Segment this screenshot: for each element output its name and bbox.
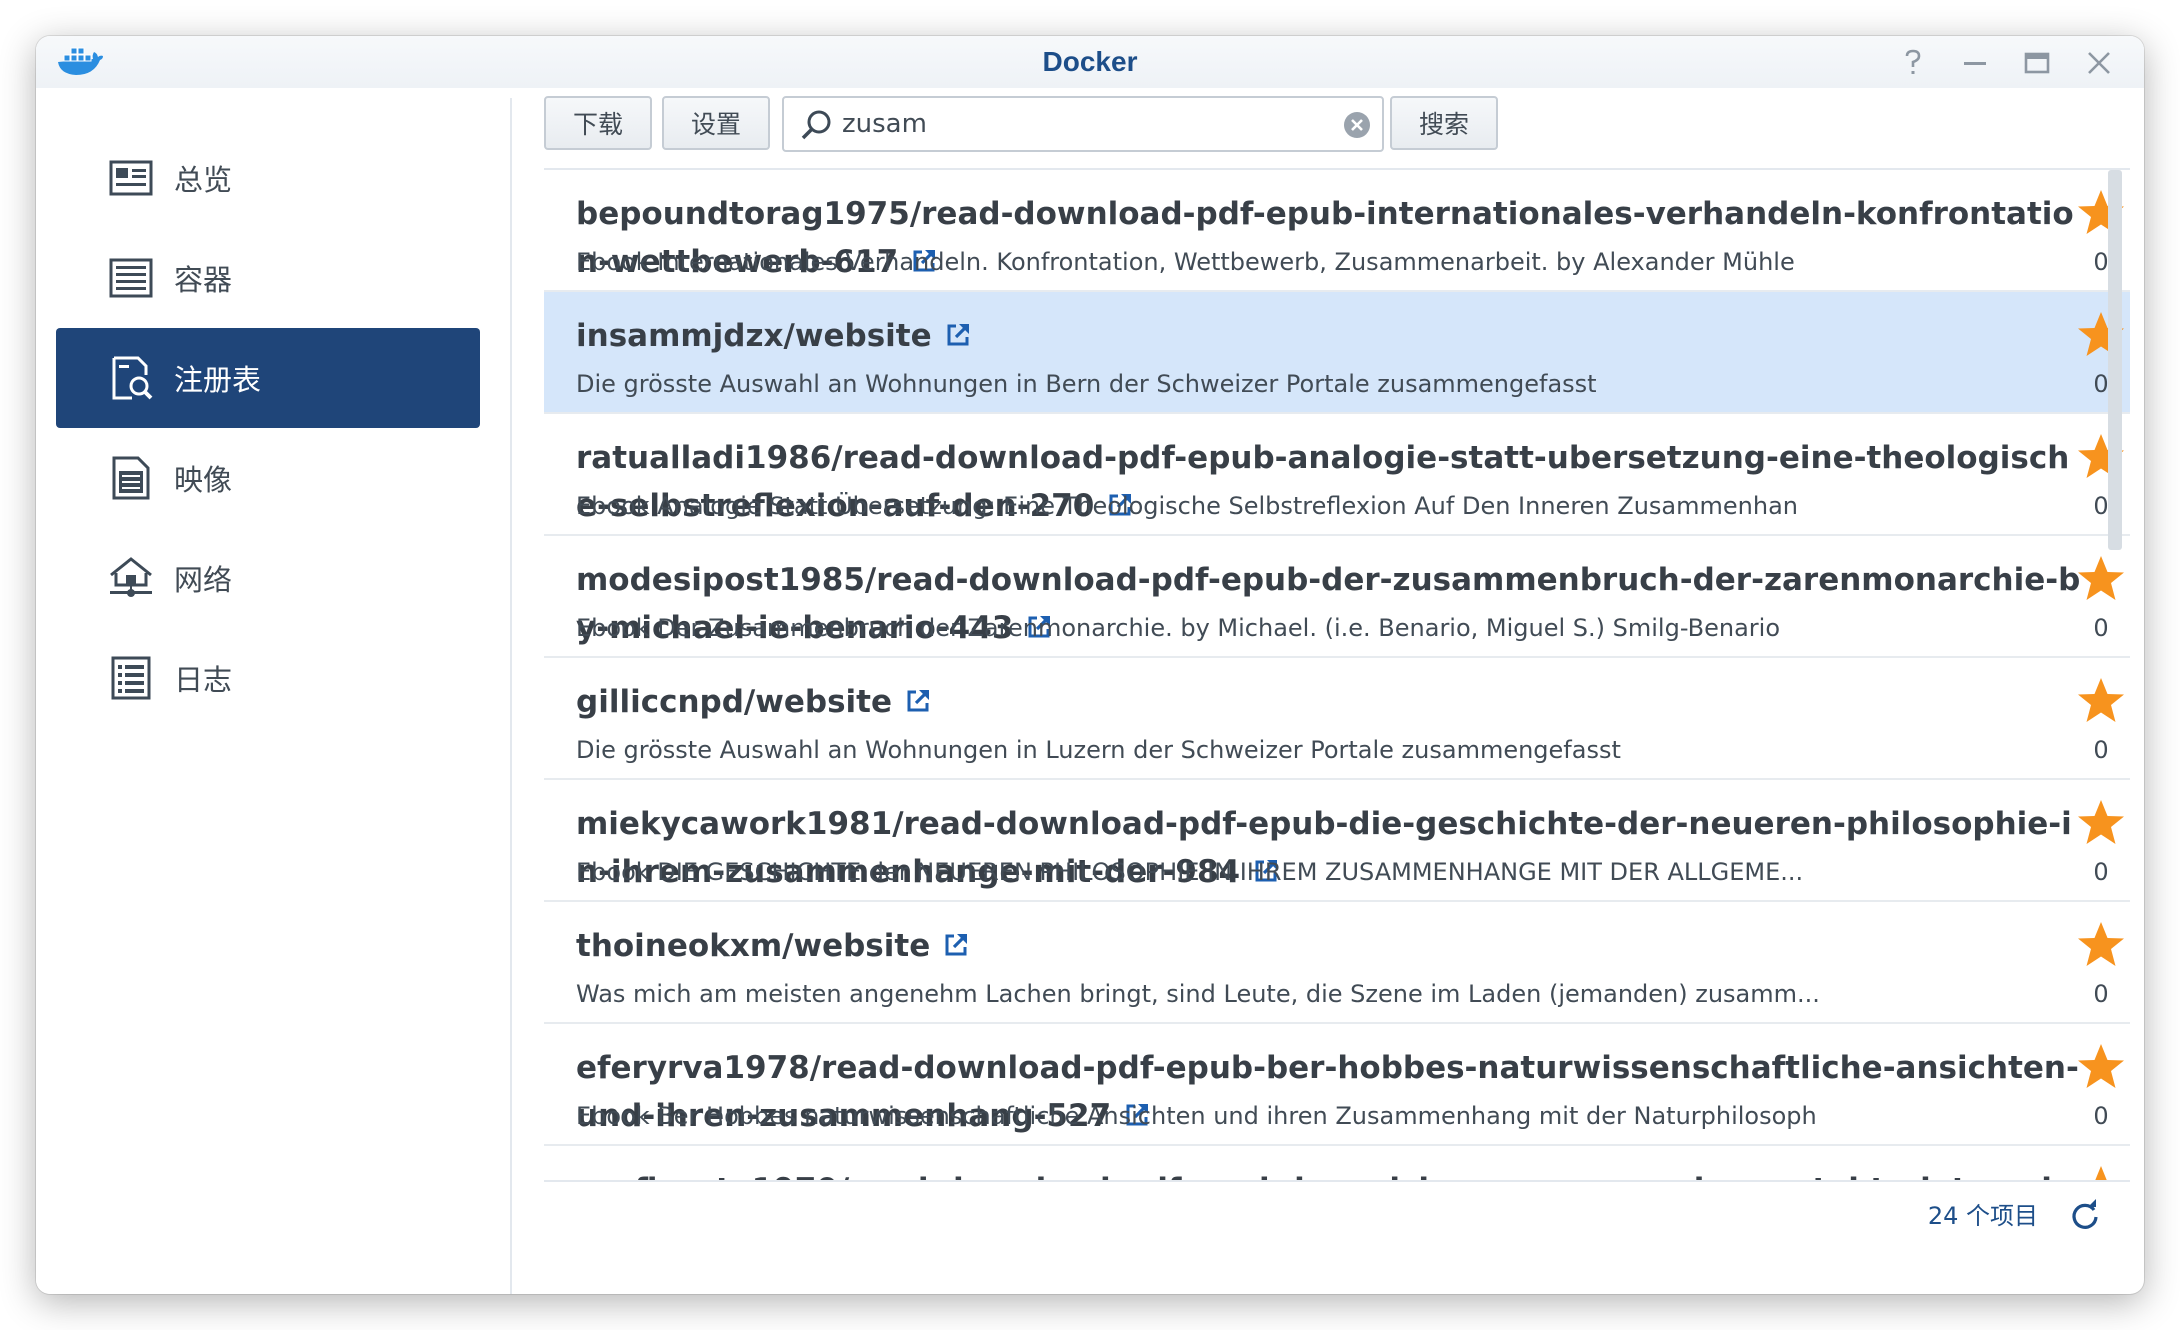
maximize-icon[interactable] xyxy=(2020,46,2054,80)
docker-window: Docker 总览 容器 注册表 映像 网络 日志 下载 设置 zusam 搜索… xyxy=(36,36,2144,1294)
repository-title[interactable]: prefinerta1970/read-download-pdf-epub-in… xyxy=(576,1166,2086,1180)
download-button[interactable]: 下载 xyxy=(544,96,652,150)
repository-name: prefinerta1970/read-download-pdf-epub-in… xyxy=(576,1172,2073,1180)
settings-button[interactable]: 设置 xyxy=(662,96,770,150)
result-row[interactable]: miekycawork1981/read-download-pdf-epub-d… xyxy=(544,780,2130,902)
external-link-icon[interactable] xyxy=(944,315,972,346)
repository-name: thoineokxm/website xyxy=(576,928,931,964)
repository-name: insammjdzx/website xyxy=(576,318,932,354)
result-row[interactable]: bepoundtorag1975/read-download-pdf-epub-… xyxy=(544,170,2130,292)
sidebar-item-log[interactable]: 日志 xyxy=(56,628,480,728)
search-button[interactable]: 搜索 xyxy=(1390,96,1498,150)
sidebar-item-image[interactable]: 映像 xyxy=(56,428,480,528)
repository-description: Ebook Internationales Verhandeln. Konfro… xyxy=(576,248,1795,276)
repository-description: Ebook Der Zusammenbruch der Zarenmonarch… xyxy=(576,614,1781,642)
result-row[interactable]: modesipost1985/read-download-pdf-epub-de… xyxy=(544,536,2130,658)
result-row[interactable]: eferyrva1978/read-download-pdf-epub-ber-… xyxy=(544,1024,2130,1146)
sidebar-item-label: 总览 xyxy=(174,163,233,197)
window-title: Docker xyxy=(1042,46,1138,77)
refresh-icon[interactable] xyxy=(2068,1198,2102,1232)
search-icon xyxy=(801,110,831,140)
registry-results-list: bepoundtorag1975/read-download-pdf-epub-… xyxy=(544,168,2130,1180)
search-input[interactable] xyxy=(842,106,1312,142)
sidebar-item-label: 容器 xyxy=(174,263,233,297)
help-icon[interactable] xyxy=(1896,46,1930,80)
sidebar-divider xyxy=(510,98,512,1294)
repository-description: Ebook Analogie Statt Übersetzung: Eine T… xyxy=(576,492,1798,520)
sidebar-item-label: 映像 xyxy=(174,463,233,497)
sidebar-item-label: 网络 xyxy=(174,563,233,597)
repository-description: Was mich am meisten angenehm Lachen brin… xyxy=(576,980,1820,1008)
result-row[interactable]: thoineokxm/website Was mich am meisten an… xyxy=(544,902,2130,1024)
container-icon xyxy=(106,253,156,303)
minimize-icon[interactable] xyxy=(1958,46,1992,80)
sidebar: 总览 容器 注册表 映像 网络 日志 xyxy=(36,88,510,1294)
result-row[interactable]: prefinerta1970/read-download-pdf-epub-in… xyxy=(544,1146,2130,1180)
scrollbar-thumb[interactable] xyxy=(2108,170,2122,550)
sidebar-item-overview[interactable]: 总览 xyxy=(56,128,480,228)
external-link-icon[interactable] xyxy=(942,925,970,956)
external-link-icon[interactable] xyxy=(904,681,932,712)
repository-name: gilliccnpd/website xyxy=(576,684,892,720)
overview-icon xyxy=(106,153,156,203)
repository-description: Die grösste Auswahl an Wohnungen in Bern… xyxy=(576,370,1597,398)
log-icon xyxy=(106,653,156,703)
clear-search-icon[interactable] xyxy=(1342,110,1372,140)
repository-title[interactable]: thoineokxm/website xyxy=(576,922,2086,970)
repository-title[interactable]: gilliccnpd/website xyxy=(576,678,2086,726)
sidebar-item-container[interactable]: 容器 xyxy=(56,228,480,328)
result-row[interactable]: gilliccnpd/website Die grösste Auswahl an… xyxy=(544,658,2130,780)
title-bar: Docker xyxy=(36,36,2144,88)
search-box[interactable] xyxy=(782,96,1384,152)
image-icon xyxy=(106,453,156,503)
sidebar-item-registry[interactable]: 注册表 xyxy=(56,328,480,428)
sidebar-item-label: 日志 xyxy=(174,663,233,697)
close-icon[interactable] xyxy=(2082,46,2116,80)
list-footer: 24 个项目 xyxy=(544,1180,2130,1250)
item-count-label: 24 个项目 xyxy=(1927,1202,2038,1230)
repository-title[interactable]: insammjdzx/website xyxy=(576,312,2086,360)
repository-description: Ebook DIE GESCHICHTE der NEUEREN PHILOSO… xyxy=(576,858,1804,886)
result-row[interactable]: ratualladi1986/read-download-pdf-epub-an… xyxy=(544,414,2130,536)
repository-description: Ebook Ber Hobbes naturwissenschaftliche … xyxy=(576,1102,1817,1130)
sidebar-item-label: 注册表 xyxy=(174,363,262,397)
network-icon xyxy=(106,553,156,603)
sidebar-item-network[interactable]: 网络 xyxy=(56,528,480,628)
registry-icon xyxy=(106,353,156,403)
repository-description: Die grösste Auswahl an Wohnungen in Luze… xyxy=(576,736,1621,764)
result-row[interactable]: insammjdzx/website Die grösste Auswahl an… xyxy=(544,292,2130,414)
